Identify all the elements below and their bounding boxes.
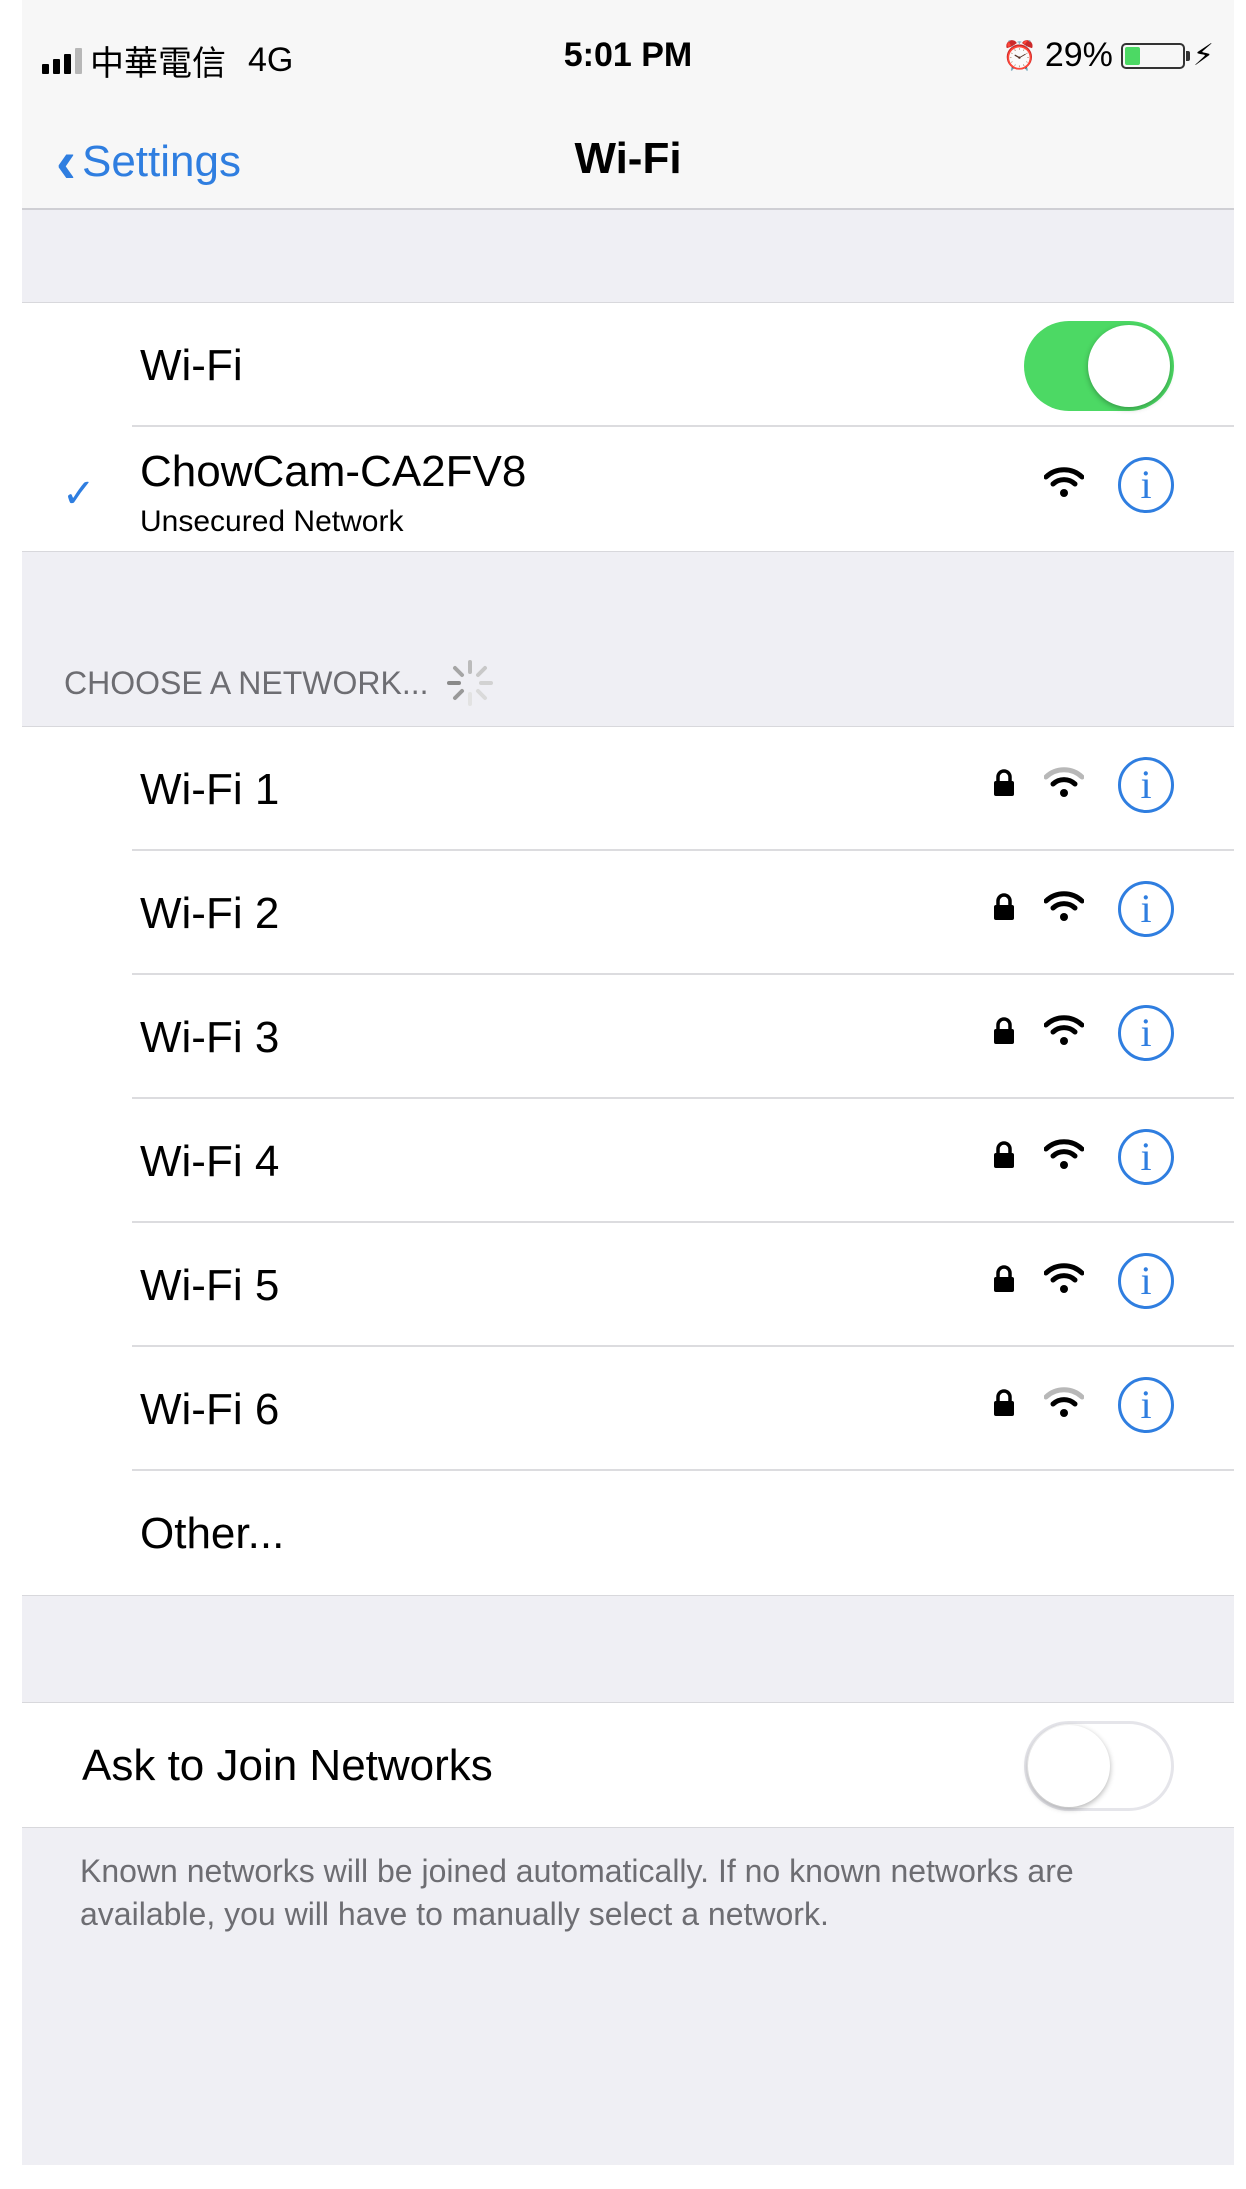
- info-icon[interactable]: i: [1118, 1253, 1174, 1309]
- wifi-signal-icon: [1044, 467, 1084, 497]
- network-name: Wi-Fi 2: [140, 889, 280, 938]
- network-row[interactable]: Wi-Fi 1 i: [22, 727, 1234, 851]
- battery-percent: 29%: [1044, 36, 1113, 74]
- charging-bolt-icon: ⚡: [1192, 39, 1214, 72]
- spinner-icon: [446, 660, 493, 706]
- wifi-section: Wi-Fi ✓ ChowCam-CA2FV8 Unsecured Network…: [22, 302, 1234, 552]
- ask-join-row: Ask to Join Networks: [22, 1703, 1234, 1827]
- network-name: Wi-Fi 1: [140, 765, 280, 814]
- status-bar: 中華電信 4G 5:01 PM ⏰ 29% ⚡: [22, 0, 1234, 100]
- info-icon[interactable]: i: [1118, 881, 1174, 937]
- connected-network-name: ChowCam-CA2FV8: [140, 447, 527, 496]
- network-list: Wi-Fi 1 i Wi-Fi 2 i Wi-Fi 3 i Wi-Fi 4 i Wi-Fi 5 i…: [22, 726, 1234, 1596]
- connected-network-row[interactable]: ✓ ChowCam-CA2FV8 Unsecured Network i: [22, 427, 1234, 551]
- info-icon[interactable]: i: [1118, 1005, 1174, 1061]
- info-icon[interactable]: i: [1118, 1129, 1174, 1185]
- wifi-toggle[interactable]: [1024, 321, 1174, 411]
- info-icon[interactable]: i: [1118, 1377, 1174, 1433]
- alarm-icon: ⏰: [1001, 40, 1037, 71]
- other-network-row[interactable]: Other...: [22, 1471, 1234, 1595]
- choose-network-header: CHOOSE A NETWORK...: [64, 658, 495, 708]
- wifi-signal-icon: [1044, 767, 1084, 797]
- wifi-signal-icon: [1044, 1015, 1084, 1045]
- lock-icon: [994, 1265, 1014, 1292]
- choose-network-label: CHOOSE A NETWORK...: [64, 664, 429, 701]
- network-row[interactable]: Wi-Fi 2 i: [22, 851, 1234, 975]
- ask-join-toggle[interactable]: [1024, 1721, 1174, 1811]
- phone-screen: 中華電信 4G 5:01 PM ⏰ 29% ⚡ ‹ Settings Wi-Fi…: [22, 0, 1234, 2165]
- network-row[interactable]: Wi-Fi 5 i: [22, 1223, 1234, 1347]
- wifi-signal-icon: [1044, 1387, 1084, 1417]
- connected-network-subtitle: Unsecured Network: [140, 505, 404, 538]
- lock-icon: [994, 769, 1014, 796]
- network-name: Wi-Fi 4: [140, 1137, 280, 1186]
- ask-join-section: Ask to Join Networks: [22, 1702, 1234, 1828]
- ask-join-footer: Known networks will be joined automatica…: [80, 1853, 1074, 1932]
- network-row[interactable]: Wi-Fi 6 i: [22, 1347, 1234, 1471]
- lock-icon: [994, 1141, 1014, 1168]
- navigation-bar: ‹ Settings Wi-Fi: [22, 100, 1234, 210]
- lock-icon: [994, 893, 1014, 920]
- lock-icon: [994, 1017, 1014, 1044]
- page-title: Wi-Fi: [574, 134, 682, 183]
- network-name: Wi-Fi 3: [140, 1013, 280, 1062]
- info-icon[interactable]: i: [1118, 457, 1174, 513]
- network-row[interactable]: Wi-Fi 4 i: [22, 1099, 1234, 1223]
- lock-icon: [994, 1389, 1014, 1416]
- wifi-signal-icon: [1044, 891, 1084, 921]
- wifi-signal-icon: [1044, 1139, 1084, 1169]
- network-name: Wi-Fi 5: [140, 1261, 280, 1310]
- network-row[interactable]: Wi-Fi 3 i: [22, 975, 1234, 1099]
- ask-join-label: Ask to Join Networks: [82, 1741, 493, 1790]
- wifi-toggle-label: Wi-Fi: [140, 341, 243, 390]
- wifi-toggle-row: Wi-Fi: [22, 303, 1234, 427]
- other-network-label: Other...: [140, 1509, 285, 1558]
- battery-icon: [1120, 42, 1190, 69]
- checkmark-icon: ✓: [62, 472, 96, 516]
- wifi-signal-icon: [1044, 1263, 1084, 1293]
- status-right: ⏰ 29% ⚡: [1002, 36, 1214, 75]
- info-icon[interactable]: i: [1118, 757, 1174, 813]
- network-name: Wi-Fi 6: [140, 1385, 280, 1434]
